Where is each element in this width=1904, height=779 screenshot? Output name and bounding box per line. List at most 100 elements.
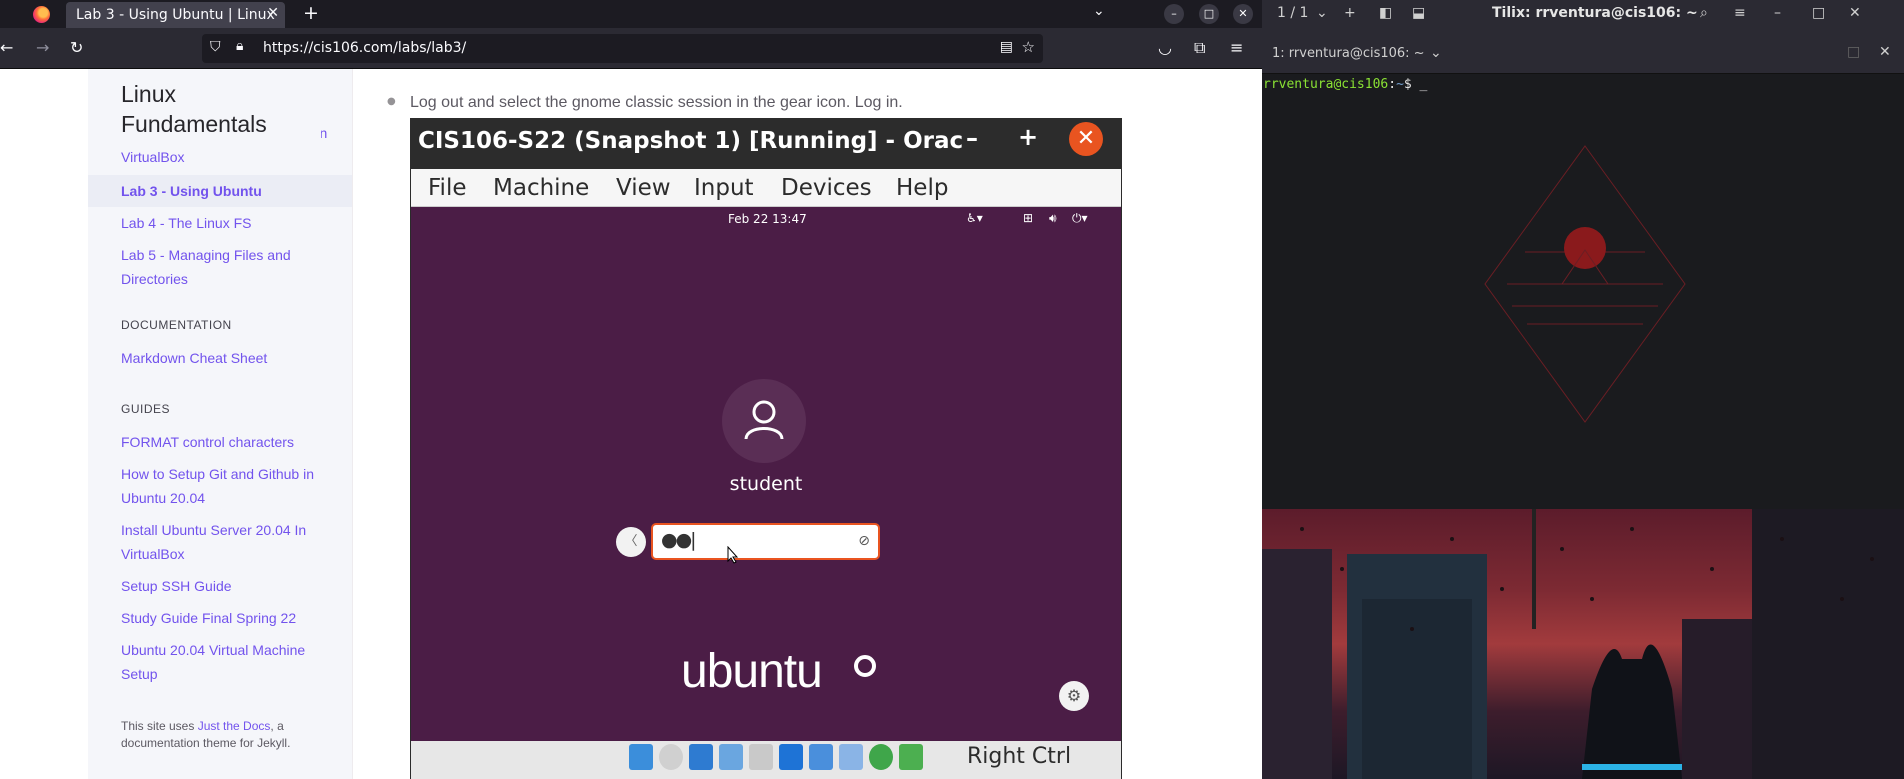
tilix-window: 1 / 1 ⌄ + ◧ ⬓ Tilix: rrventura@cis106: ~… <box>1262 0 1904 779</box>
vbox-maximize-icon[interactable]: + <box>1018 123 1038 151</box>
video-capture-icon[interactable] <box>809 744 833 770</box>
menu-view[interactable]: View <box>616 175 671 201</box>
split-right-icon[interactable]: ◧ <box>1379 5 1392 21</box>
city-skyline-image <box>1262 509 1904 779</box>
password-value: ●●| <box>661 529 697 551</box>
docs-sidebar: Lab 2 - Installing Ubuntu 22.04 In Virtu… <box>88 69 353 779</box>
session-gear-button[interactable]: ⚙ <box>1059 681 1089 711</box>
clock[interactable]: Feb 22 13:47 <box>728 212 807 226</box>
vbox-close-icon[interactable]: ✕ <box>1069 122 1103 156</box>
split-down-icon[interactable]: ⬓ <box>1412 5 1425 21</box>
network-adapter-icon[interactable] <box>689 744 713 770</box>
mouse-integration-icon[interactable] <box>899 744 923 770</box>
sidebar-item-vm-setup[interactable]: Ubuntu 20.04 Virtual Machine Setup <box>121 638 336 686</box>
person-icon <box>744 400 784 440</box>
sidebar-item-git[interactable]: How to Setup Git and Github in Ubuntu 20… <box>121 462 336 510</box>
reload-icon[interactable]: ↻ <box>70 38 83 57</box>
reader-view-icon[interactable]: ▤ <box>1000 39 1013 55</box>
desktop: Lab 3 - Using Ubuntu | Linux ✕ + ⌄ – □ ✕… <box>0 0 1904 779</box>
mouse-cursor-icon <box>727 546 739 564</box>
sidebar-item-lab5[interactable]: Lab 5 - Managing Files and Directories <box>121 243 336 291</box>
vm-icon[interactable] <box>839 744 863 770</box>
menu-machine[interactable]: Machine <box>493 175 589 201</box>
ubuntu-circle-icon <box>854 655 876 677</box>
terminal-maximize-icon[interactable]: □ <box>1847 44 1860 60</box>
firefox-nav-bar: ← → ↻ ⛉ 🔒︎ https://cis106.com/labs/lab3/… <box>0 28 1262 69</box>
firefox-icon[interactable] <box>33 6 50 23</box>
sidebar-item-markdown[interactable]: Markdown Cheat Sheet <box>121 346 336 370</box>
display-icon[interactable] <box>779 744 803 770</box>
footer-link[interactable]: Just the Docs <box>198 719 271 733</box>
terminal-close-icon[interactable]: ✕ <box>1879 44 1891 60</box>
menu-devices[interactable]: Devices <box>781 175 872 201</box>
documentation-heading: DOCUMENTATION <box>121 318 232 332</box>
menu-file[interactable]: File <box>428 175 467 201</box>
tilix-close-icon[interactable]: ✕ <box>1849 5 1861 21</box>
cpu-activity-icon[interactable] <box>869 744 893 770</box>
network-icon[interactable]: ⊞ <box>1023 211 1033 225</box>
instruction-text: Log out and select the gnome classic ses… <box>410 94 903 111</box>
sidebar-item-lab3[interactable]: Lab 3 - Using Ubuntu <box>121 179 336 203</box>
menu-input[interactable]: Input <box>694 175 754 201</box>
volume-icon[interactable]: 🔊︎ <box>1049 211 1057 226</box>
sidebar-item-study-guide[interactable]: Study Guide Final Spring 22 <box>121 606 336 630</box>
user-avatar <box>722 379 806 463</box>
menu-help[interactable]: Help <box>896 175 948 201</box>
url-bar[interactable]: ⛉ 🔒︎ https://cis106.com/labs/lab3/ ▤ ☆ <box>202 34 1043 63</box>
sidebar-item-ubuntu-server[interactable]: Install Ubuntu Server 20.04 In VirtualBo… <box>121 518 336 566</box>
vbox-menu-bar: File Machine View Input Devices Help <box>411 169 1121 207</box>
menu-icon[interactable]: ≡ <box>1734 5 1746 21</box>
prompt-symbol: $ _ <box>1403 77 1428 92</box>
session-pager[interactable]: 1 / 1 <box>1277 5 1308 21</box>
terminal-session-label[interactable]: 1: rrventura@cis106: ~ <box>1272 46 1425 61</box>
guides-heading: GUIDES <box>121 402 171 416</box>
vbox-title-bar[interactable]: CIS106-S22 (Snapshot 1) [Running] - Orac… <box>410 118 1122 169</box>
prompt-user: rrventura@cis106 <box>1263 77 1389 92</box>
terminal-menu-chevron-icon[interactable]: ⌄ <box>1430 45 1442 61</box>
lock-icon[interactable]: 🔒︎ <box>236 38 243 54</box>
new-tab-icon[interactable]: + <box>303 2 319 24</box>
browser-tab[interactable]: Lab 3 - Using Ubuntu | Linux ✕ <box>66 2 285 28</box>
accessibility-icon[interactable]: ♿︎▾ <box>966 211 983 225</box>
add-session-icon[interactable]: + <box>1344 5 1356 21</box>
show-password-icon[interactable]: ⊘ <box>858 533 870 549</box>
hard-disk-icon[interactable] <box>629 744 653 770</box>
sidebar-item-format[interactable]: FORMAT control characters <box>121 430 336 454</box>
vm-screen[interactable]: Feb 22 13:47 ♿︎▾ ⊞ 🔊︎ ⏻▾ student 〈 ●●| ⊘… <box>411 207 1121 741</box>
usb-icon[interactable] <box>719 744 743 770</box>
tilix-minimize-icon[interactable]: – <box>1774 5 1781 21</box>
close-window-icon[interactable]: ✕ <box>1233 4 1253 24</box>
shield-icon[interactable]: ⛉ <box>210 39 221 55</box>
shared-folders-icon[interactable] <box>749 744 773 770</box>
terminal-title-bar[interactable]: 1: rrventura@cis106: ~ ⌄ □ ✕ <box>1262 28 1904 74</box>
back-icon[interactable]: ← <box>0 38 13 57</box>
hamburger-menu-icon[interactable]: ≡ <box>1230 38 1243 57</box>
prompt-dir: ~ <box>1396 77 1404 92</box>
session-list-chevron-icon[interactable]: ⌄ <box>1316 5 1328 21</box>
vbox-minimize-icon[interactable]: – <box>966 124 978 152</box>
close-tab-icon[interactable]: ✕ <box>267 5 279 21</box>
vbox-status-bar: Right Ctrl <box>411 741 1121 779</box>
terminal-pane[interactable]: rrventura@cis106:~$ _ <box>1262 74 1904 509</box>
minimize-icon[interactable]: – <box>1164 4 1184 24</box>
extensions-icon[interactable]: ⧉ <box>1194 38 1205 58</box>
footer-prefix: This site uses <box>121 719 198 733</box>
pocket-icon[interactable]: ◡ <box>1158 38 1172 57</box>
search-icon[interactable]: ⌕ <box>1700 5 1708 21</box>
url-text[interactable]: https://cis106.com/labs/lab3/ <box>263 40 466 56</box>
bookmark-star-icon[interactable]: ☆ <box>1022 38 1035 56</box>
tilix-title: Tilix: rrventura@cis106: ~ <box>1492 5 1698 21</box>
password-field[interactable]: ●●| ⊘ <box>651 523 880 560</box>
tilix-maximize-icon[interactable]: □ <box>1812 5 1825 21</box>
power-icon[interactable]: ⏻▾ <box>1072 211 1088 226</box>
maximize-icon[interactable]: □ <box>1199 4 1219 24</box>
site-title[interactable]: Linux Fundamentals <box>121 79 321 148</box>
back-arrow-button[interactable]: 〈 <box>616 527 646 557</box>
optical-drive-icon[interactable] <box>659 744 683 770</box>
sidebar-item-ssh[interactable]: Setup SSH Guide <box>121 574 336 598</box>
tilix-header-bar[interactable]: 1 / 1 ⌄ + ◧ ⬓ Tilix: rrventura@cis106: ~… <box>1262 0 1904 28</box>
forward-icon[interactable]: → <box>36 38 49 57</box>
sidebar-item-lab4[interactable]: Lab 4 - The Linux FS <box>121 211 336 235</box>
vbox-title: CIS106-S22 (Snapshot 1) [Running] - Orac… <box>418 128 963 154</box>
tab-list-chevron-icon[interactable]: ⌄ <box>1093 3 1105 19</box>
